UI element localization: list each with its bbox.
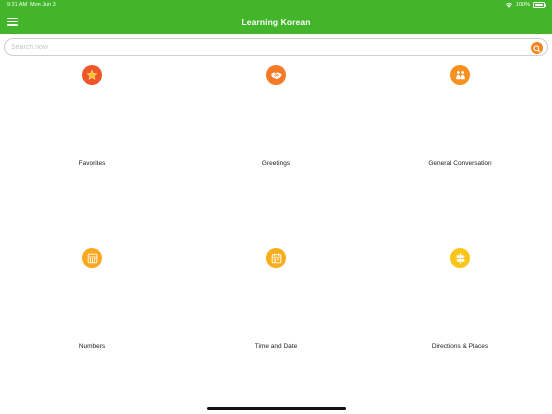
abacus-icon	[82, 248, 102, 268]
wifi-icon	[505, 2, 513, 8]
category-general-conversation[interactable]: General Conversation	[368, 56, 552, 239]
battery-percent: 100%	[515, 2, 530, 8]
star-icon	[82, 65, 102, 85]
app-screen: 9:21 AM Mon Jun 3 100% Learning Korean S…	[0, 0, 552, 414]
signpost-icon	[450, 248, 470, 268]
status-indicators: 100%	[505, 1, 547, 9]
category-label: Numbers	[78, 343, 106, 350]
category-directions-and-places[interactable]: Directions & Places	[368, 239, 552, 414]
category-label: Directions & Places	[431, 343, 489, 350]
status-date: Mon Jun 3	[30, 2, 56, 8]
calendar-icon	[266, 248, 286, 268]
category-label: General Conversation	[428, 160, 492, 167]
category-favorites[interactable]: Favorites	[0, 56, 184, 239]
handshake-icon	[266, 65, 286, 85]
category-numbers[interactable]: Numbers	[0, 239, 184, 414]
home-indicator[interactable]	[207, 407, 346, 410]
search-input[interactable]	[11, 41, 521, 54]
status-time: 9:21 AM	[7, 2, 28, 8]
category-grid: Favorites Greetings General Conversation…	[0, 56, 552, 414]
category-time-and-date[interactable]: Time and Date	[184, 239, 368, 414]
people-icon	[450, 65, 470, 85]
search-icon	[533, 44, 541, 52]
battery-icon	[533, 2, 547, 8]
header-bar: 9:21 AM Mon Jun 3 100% Learning Korean	[0, 0, 552, 34]
category-label: Greetings	[261, 160, 291, 167]
category-label: Favorites	[78, 160, 106, 167]
page-title: Learning Korean	[241, 17, 311, 27]
search-bar	[4, 38, 548, 56]
category-greetings[interactable]: Greetings	[184, 56, 368, 239]
search-button[interactable]	[531, 41, 543, 54]
category-label: Time and Date	[254, 343, 298, 350]
